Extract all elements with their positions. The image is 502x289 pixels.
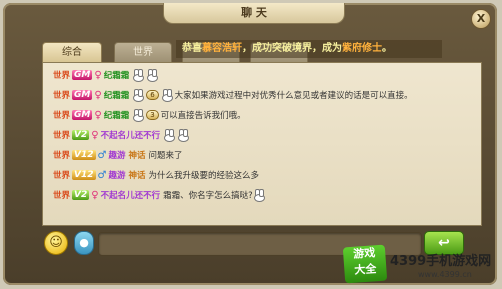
announce-player: 慕容浩轩 [202, 43, 242, 54]
microphone-icon[interactable]: ● [74, 231, 94, 255]
chat-message: 世界 V2 ♀ 不起名儿还不行 霜霜、你名字怎么搞哒? [53, 187, 267, 203]
watermark-text: 4399手机游戏网 [390, 254, 492, 269]
female-icon: ♀ [94, 69, 102, 81]
tab-general[interactable]: 综合 [42, 42, 102, 64]
watermark-logo-line2: 大全 [353, 262, 377, 277]
player-title: 神话 [128, 171, 146, 181]
chat-message: 世界 GM ♀ 纪霜霜 [53, 67, 160, 83]
smiley-icon[interactable]: ☺ [44, 231, 68, 255]
channel-tag: 世界 [53, 91, 71, 101]
level-badge: 6 [146, 90, 159, 100]
chat-log[interactable]: 世界 GM ♀ 纪霜霜 世界 GM ♀ 纪霜霜 6 大家如果游戏过程中对优秀什么… [42, 62, 482, 226]
bunny-emote-icon [132, 89, 145, 102]
vip-badge: V2 [72, 190, 90, 200]
channel-tag: 世界 [53, 71, 71, 81]
window-title: 聊 天 [163, 3, 345, 24]
bunny-emote-icon [161, 89, 173, 102]
level-badge: 3 [146, 110, 159, 120]
chat-message: 世界 V12 ♂ 趣游 神话 问题来了 [53, 147, 183, 163]
player-name[interactable]: 纪霜霜 [104, 89, 130, 101]
bunny-emote-icon [132, 109, 145, 122]
chat-message: 世界 V12 ♂ 趣游 神话 为什么我升级要的经验这么多 [53, 167, 259, 183]
message-text: 为什么我升级要的经验这么多 [148, 171, 260, 181]
announce-rank: 紫府修士 [342, 43, 382, 54]
female-icon: ♀ [94, 89, 102, 101]
system-announcement: 恭喜慕容浩轩，成功突破境界，成为紫府修士。 [176, 40, 442, 58]
message-text: 问题来了 [148, 151, 183, 161]
player-title: 神话 [128, 151, 146, 161]
female-icon: ♀ [91, 189, 99, 201]
female-icon: ♀ [94, 109, 102, 121]
vip-badge: V12 [72, 150, 96, 160]
watermark-url: www.4399.cn [418, 270, 472, 279]
player-name[interactable]: 趣游 [108, 169, 125, 181]
channel-tag: 世界 [53, 151, 71, 161]
gm-badge: GM [72, 70, 93, 80]
announce-middle: ，成功突破境界，成为 [242, 43, 342, 54]
announce-prefix: 恭喜 [182, 43, 202, 54]
vip-badge: V2 [72, 130, 90, 140]
player-name[interactable]: 纪霜霜 [104, 109, 130, 121]
tab-world[interactable]: 世界 [114, 42, 172, 64]
gm-badge: GM [72, 90, 93, 100]
chat-message: 世界 GM ♀ 纪霜霜 6 大家如果游戏过程中对优秀什么意见或者建议的话是可以直… [53, 87, 413, 103]
channel-tag: 世界 [53, 171, 71, 181]
player-name[interactable]: 趣游 [108, 149, 125, 161]
chat-message: 世界 GM ♀ 纪霜霜 3 可以直接告诉我们哦。 [53, 107, 246, 123]
bunny-emote-icon [163, 129, 176, 142]
bunny-emote-icon [253, 189, 265, 202]
female-icon: ♀ [91, 129, 99, 141]
bunny-emote-icon [146, 69, 159, 82]
message-text: 可以直接告诉我们哦。 [160, 111, 246, 121]
player-name[interactable]: 纪霜霜 [104, 69, 130, 81]
vip-badge: V12 [72, 170, 96, 180]
player-name[interactable]: 不起名儿还不行 [101, 189, 161, 201]
gm-badge: GM [72, 110, 93, 120]
message-text: 霜霜、你名字怎么搞哒? [163, 191, 253, 201]
announce-suffix: 。 [382, 43, 392, 54]
chat-message: 世界 V2 ♀ 不起名儿还不行 [53, 127, 191, 143]
male-icon: ♂ [97, 169, 107, 181]
message-text: 大家如果游戏过程中对优秀什么意见或者建议的话是可以直接。 [174, 91, 413, 101]
bunny-emote-icon [132, 69, 145, 82]
channel-tag: 世界 [53, 191, 71, 201]
channel-tag: 世界 [53, 131, 71, 141]
channel-tag: 世界 [53, 111, 71, 121]
close-button[interactable]: X [471, 9, 491, 29]
bunny-emote-icon [177, 129, 190, 142]
watermark-logo: 游戏 大全 [342, 244, 388, 284]
player-name[interactable]: 不起名儿还不行 [101, 129, 161, 141]
male-icon: ♂ [97, 149, 107, 161]
